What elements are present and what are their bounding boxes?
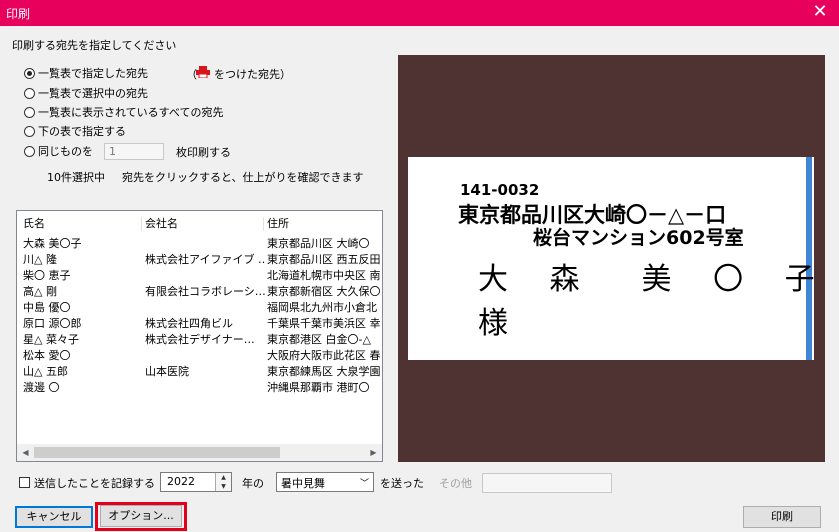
radio-label: 一覧表で指定した宛先 — [38, 67, 148, 80]
cell-name: 大森 美〇子 — [23, 237, 82, 250]
selection-count: 10件選択中 — [47, 171, 105, 184]
column-divider[interactable] — [263, 217, 264, 231]
radio-indicator — [24, 125, 35, 137]
cell-name: 松本 愛〇 — [23, 349, 71, 362]
cell-address: 沖縄県那覇市 港町〇 — [267, 381, 370, 394]
cell-company: 山本医院 — [145, 365, 189, 378]
cell-name: 高△ 剛 — [23, 285, 57, 298]
selection-hint: 宛先をクリックすると、仕上がりを確認できます — [122, 171, 364, 184]
cell-address: 東京都新宿区 大久保〇 — [267, 285, 381, 298]
column-divider[interactable] — [141, 217, 142, 231]
table-row[interactable]: 渡邊 〇 沖縄県那覇市 港町〇 — [17, 380, 382, 396]
cell-address: 福岡県北九州市小倉北 — [267, 301, 377, 314]
radio-indicator — [24, 67, 35, 79]
greeting-type-select[interactable]: 暑中見舞 ﹀ — [276, 472, 374, 492]
other-input[interactable] — [482, 473, 612, 493]
chevron-down-icon: ﹀ — [359, 479, 369, 489]
cell-address: 東京都港区 白金〇-△ — [267, 333, 371, 346]
radio-label: 下の表で指定する — [38, 125, 126, 138]
copies-suffix: 枚印刷する — [176, 146, 231, 159]
table-row[interactable]: 原口 源〇郎 株式会社四角ビル 千葉県千葉市美浜区 幸 — [17, 316, 382, 332]
radio-indicator — [24, 145, 35, 157]
radio-label: 一覧表で選択中の宛先 — [38, 87, 148, 100]
cell-company: 有限会社コラボレーシ… — [145, 285, 265, 298]
spin-down-icon[interactable]: ▼ — [216, 482, 231, 491]
cell-address: 千葉県千葉市美浜区 幸 — [267, 317, 381, 330]
radio-indicator — [24, 87, 35, 99]
year-stepper-buttons[interactable]: ▲ ▼ — [215, 473, 231, 491]
radio-indicator — [24, 106, 35, 118]
cell-company: 株式会社四角ビル — [145, 317, 233, 330]
print-button[interactable]: 印刷 — [743, 506, 821, 528]
scroll-right-icon[interactable]: ▶ — [365, 444, 382, 461]
close-icon[interactable]: ✕ — [809, 1, 831, 23]
scroll-left-icon[interactable]: ◀ — [17, 444, 34, 461]
radio-selected-in-list[interactable]: 一覧表で選択中の宛先 — [24, 85, 148, 101]
greeting-type-value: 暑中見舞 — [281, 477, 325, 490]
preview-postal-code: 141-0032 — [460, 181, 540, 199]
column-header-address[interactable]: 住所 — [267, 215, 289, 233]
radio-all-displayed[interactable]: 一覧表に表示されているすべての宛先 — [24, 104, 223, 120]
marked-hint-text: をつけた宛先） — [214, 68, 291, 81]
table-row[interactable]: 松本 愛〇 大阪府大阪市此花区 春 — [17, 348, 382, 364]
cell-address: 東京都練馬区 大泉学園 — [267, 365, 381, 378]
preview-address-line2: 桜台マンション602号室 — [533, 227, 744, 249]
options-highlight — [95, 502, 187, 531]
cancel-button[interactable]: キャンセル — [15, 506, 93, 528]
cell-address: 北海道札幌市中央区 南 — [267, 269, 381, 282]
horizontal-scrollbar[interactable]: ◀ ▶ — [17, 444, 382, 461]
cell-company: 株式会社アイファイブ … — [145, 253, 265, 266]
table-row[interactable]: 柴〇 恵子 北海道札幌市中央区 南 — [17, 268, 382, 284]
year-value: 2022 — [167, 475, 195, 488]
record-sent-label[interactable]: 送信したことを記録する — [34, 475, 155, 491]
year-suffix: 年の — [242, 477, 264, 490]
recipient-table[interactable]: 氏名 会社名 住所 大森 美〇子 東京都品川区 大崎〇 川△ 隆 株式会社アイファイ… — [16, 210, 383, 462]
table-row[interactable]: 中島 優〇 福岡県北九州市小倉北 — [17, 300, 382, 316]
table-row[interactable]: 高△ 剛 有限会社コラボレーシ… 東京都新宿区 大久保〇 — [17, 284, 382, 300]
table-row[interactable]: 星△ 菜々子 株式会社デザイナー… 東京都港区 白金〇-△ — [17, 332, 382, 348]
cell-name: 柴〇 恵子 — [23, 269, 71, 282]
scrollbar-thumb[interactable] — [34, 447, 280, 458]
window-title: 印刷 — [6, 7, 31, 21]
other-label: その他 — [439, 477, 472, 490]
cell-company: 株式会社デザイナー… — [145, 333, 255, 346]
radio-label: 同じものを — [38, 145, 93, 158]
radio-same-copies[interactable]: 同じものを — [24, 143, 93, 159]
year-stepper[interactable]: 2022 ▲ ▼ — [160, 472, 232, 492]
column-header-name[interactable]: 氏名 — [23, 215, 45, 233]
table-row[interactable]: 川△ 隆 株式会社アイファイブ … 東京都品川区 西五反田 — [17, 252, 382, 268]
column-header-company[interactable]: 会社名 — [145, 215, 178, 233]
printer-icon — [196, 66, 210, 78]
table-row[interactable]: 山△ 五郎 山本医院 東京都練馬区 大泉学園 — [17, 364, 382, 380]
cell-address: 東京都品川区 西五反田 — [267, 253, 381, 266]
cell-name: 渡邊 〇 — [23, 381, 60, 394]
copies-input[interactable]: 1 — [104, 143, 164, 160]
cell-name: 山△ 五郎 — [23, 365, 68, 378]
sent-suffix: を送った — [380, 477, 424, 490]
table-row[interactable]: 大森 美〇子 東京都品川区 大崎〇 — [17, 236, 382, 252]
radio-specify-below[interactable]: 下の表で指定する — [24, 123, 126, 139]
radio-marked-recipients[interactable]: 一覧表で指定した宛先 — [24, 65, 148, 81]
cell-address: 東京都品川区 大崎〇 — [267, 237, 370, 250]
cell-name: 中島 優〇 — [23, 301, 71, 314]
cell-name: 星△ 菜々子 — [23, 333, 79, 346]
cell-name: 川△ 隆 — [23, 253, 57, 266]
instruction-text: 印刷する宛先を指定してください — [12, 39, 177, 52]
cell-address: 大阪府大阪市此花区 春 — [267, 349, 381, 362]
spin-up-icon[interactable]: ▲ — [216, 473, 231, 482]
cell-name: 原口 源〇郎 — [23, 317, 82, 330]
title-bar: 印刷 ✕ — [0, 0, 839, 26]
record-sent-checkbox[interactable] — [19, 477, 30, 488]
preview-recipient-name: 大 森 美 〇 子 様 — [478, 262, 839, 341]
radio-label: 一覧表に表示されているすべての宛先 — [38, 106, 224, 119]
